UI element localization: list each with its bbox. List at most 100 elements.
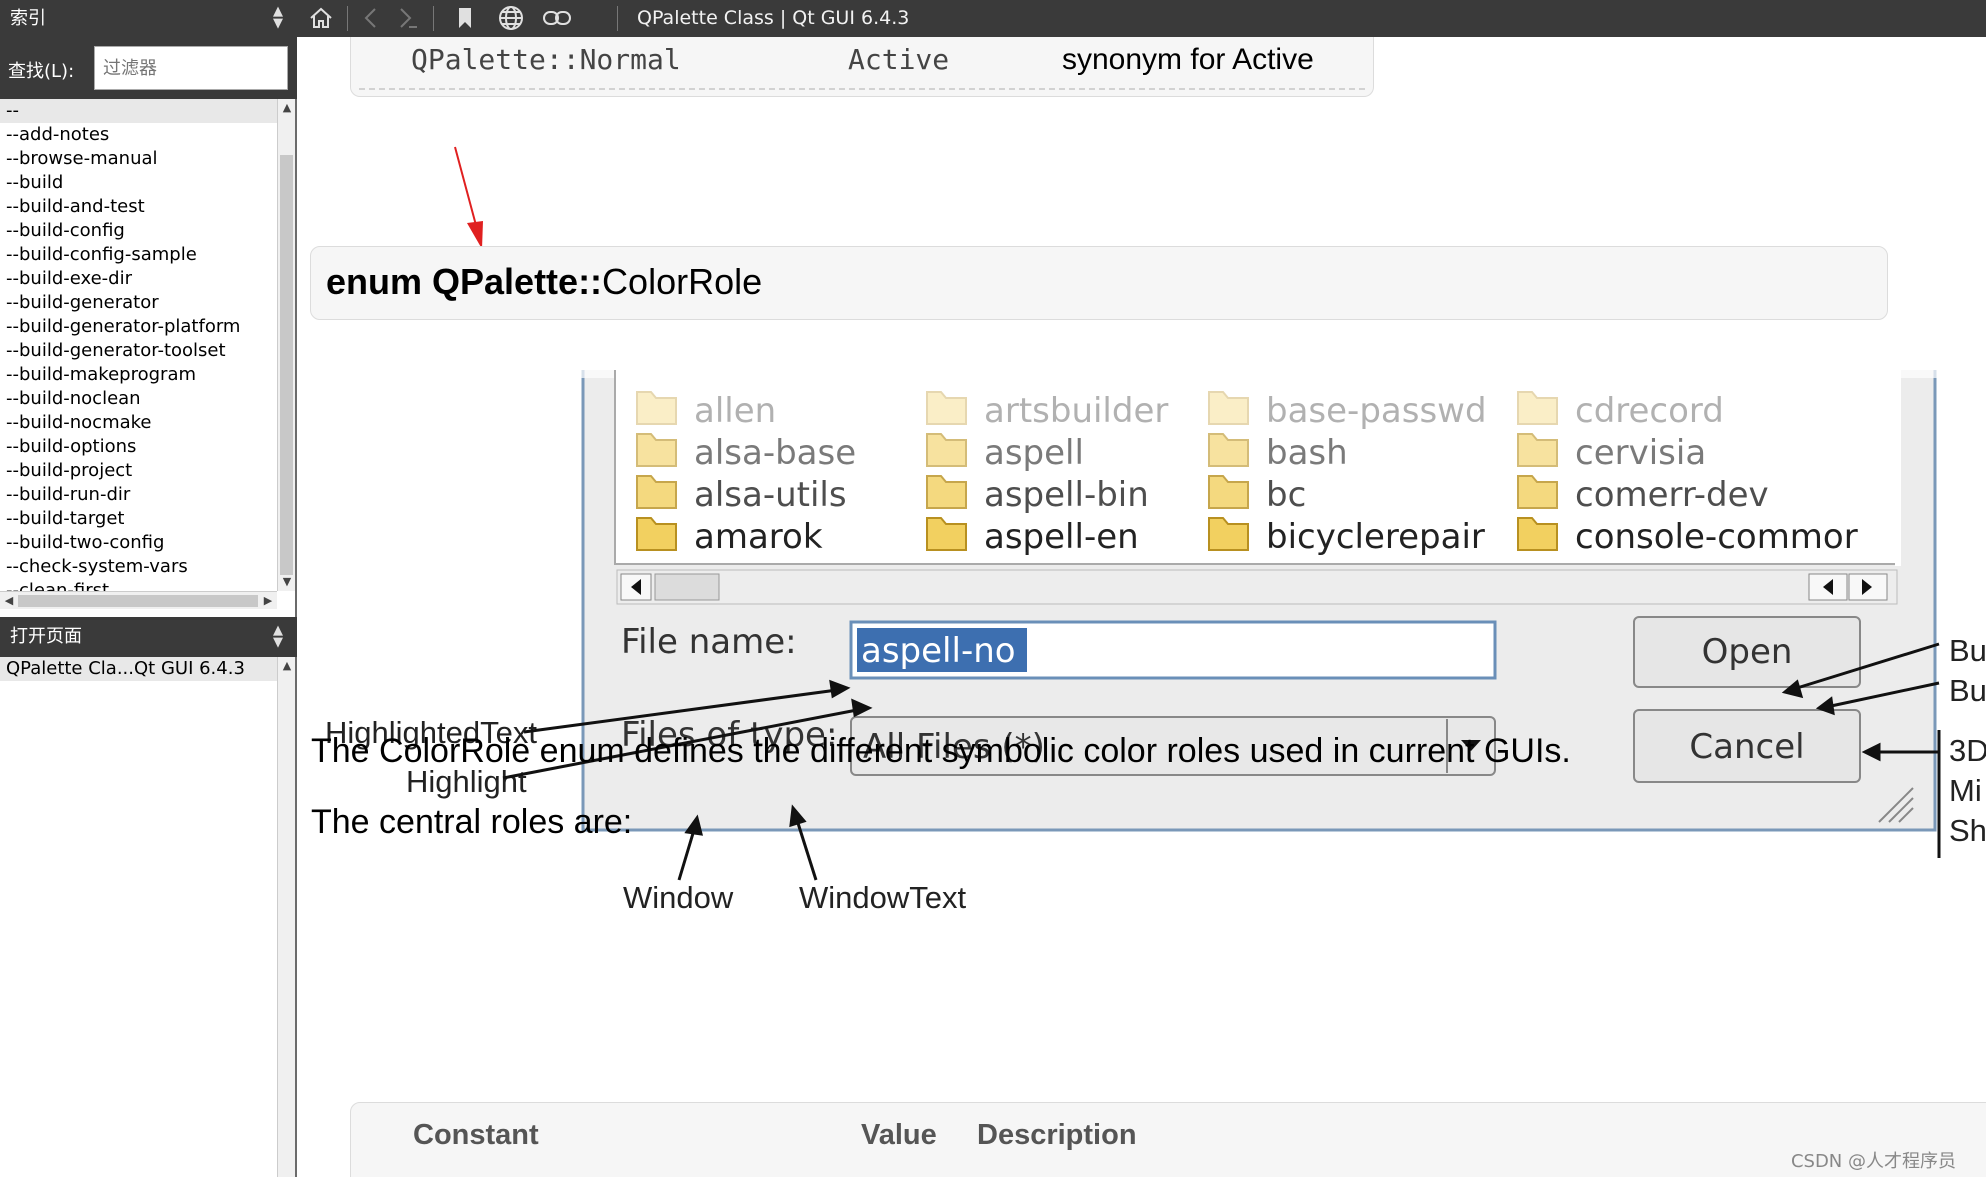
open-pages-label: 打开页面 bbox=[10, 626, 82, 647]
callout-right-4: Mi bbox=[1949, 773, 1982, 808]
scroll-up-icon[interactable]: ▲ bbox=[278, 657, 296, 675]
index-item[interactable]: --build bbox=[0, 171, 277, 195]
documentation-content: QPalette::Normal Active synonym for Acti… bbox=[299, 37, 1986, 1177]
description-paragraph: The ColorRole enum defines the different… bbox=[311, 732, 1571, 770]
description-cell: synonym for Active bbox=[1062, 43, 1314, 76]
central-roles-heading: The central roles are: bbox=[311, 803, 633, 841]
back-icon[interactable] bbox=[353, 0, 389, 37]
red-arrow-annotation bbox=[454, 146, 483, 249]
link-icon[interactable] bbox=[539, 0, 575, 37]
index-item[interactable]: --build-generator-toolset bbox=[0, 339, 277, 363]
folder-name: console-commor bbox=[1575, 517, 1858, 557]
enum-heading-box: enum QPalette::ColorRole bbox=[310, 246, 1888, 320]
enum-title: enum QPalette::ColorRole bbox=[326, 261, 762, 303]
enum-title-bold: enum QPalette:: bbox=[326, 261, 603, 302]
row-divider bbox=[359, 88, 1365, 90]
open-page-item[interactable]: QPalette Cla...Qt GUI 6.4.3 bbox=[0, 657, 277, 681]
folder-name: comerr-dev bbox=[1575, 475, 1769, 515]
folder-name: base-passwd bbox=[1266, 391, 1487, 431]
index-item[interactable]: --add-notes bbox=[0, 123, 277, 147]
index-item[interactable]: --build-generator-platform bbox=[0, 315, 277, 339]
folder-name: aspell-en bbox=[984, 517, 1139, 557]
open-pages-list: QPalette Cla...Qt GUI 6.4.3 bbox=[0, 657, 277, 1177]
index-item[interactable]: --build-config-sample bbox=[0, 243, 277, 267]
index-item[interactable]: --build-target bbox=[0, 507, 277, 531]
toolbar-separator bbox=[617, 6, 618, 31]
watermark: CSDN @人才程序员 bbox=[1790, 1151, 1956, 1172]
toolbar: QPalette Class | Qt GUI 6.4.3 bbox=[297, 0, 1986, 37]
constant-cell: QPalette::Normal bbox=[411, 43, 681, 76]
folder-name: artsbuilder bbox=[984, 391, 1168, 431]
open-button-label: Open bbox=[1702, 632, 1793, 672]
folder-name: cervisia bbox=[1575, 433, 1706, 473]
file-name-value: aspell-no bbox=[861, 631, 1016, 671]
scroll-down-icon[interactable]: ▼ bbox=[278, 573, 296, 591]
left-panel: 索引 ▲▼ 查找(L): -- --add-notes --browse-man… bbox=[0, 0, 297, 1177]
callout-right-5: Sh bbox=[1949, 813, 1986, 848]
bookmark-icon[interactable] bbox=[447, 0, 483, 37]
index-item[interactable]: --build-two-config bbox=[0, 531, 277, 555]
index-item[interactable]: -- bbox=[0, 99, 277, 123]
column-header-description: Description bbox=[977, 1119, 1137, 1151]
index-item[interactable]: --build-run-dir bbox=[0, 483, 277, 507]
folder-name: aspell bbox=[984, 433, 1084, 473]
index-horizontal-scrollbar[interactable]: ◀ ▶ bbox=[0, 591, 277, 609]
dialog-horizontal-scrollbar[interactable] bbox=[616, 569, 1898, 605]
value-cell: Active bbox=[848, 43, 950, 76]
column-header-constant: Constant bbox=[413, 1119, 539, 1151]
callout-right-3: 3D bbox=[1949, 733, 1986, 768]
panel-switch-icon[interactable]: ▲ ▼ bbox=[273, 0, 283, 30]
home-icon[interactable] bbox=[303, 0, 339, 37]
scrollbar-thumb[interactable] bbox=[18, 595, 258, 607]
index-item[interactable]: --build-makeprogram bbox=[0, 363, 277, 387]
color-roles-table: Constant Value Description bbox=[350, 1102, 1986, 1177]
scrollbar-thumb bbox=[654, 573, 720, 601]
index-list: -- --add-notes --browse-manual --build -… bbox=[0, 99, 277, 591]
scrollbar-thumb[interactable] bbox=[280, 155, 293, 575]
index-item[interactable]: --browse-manual bbox=[0, 147, 277, 171]
panel-switch-icon[interactable]: ▲ ▼ bbox=[273, 617, 283, 649]
index-item[interactable]: --build-project bbox=[0, 459, 277, 483]
index-panel-header[interactable]: 索引 ▲ ▼ bbox=[0, 0, 297, 37]
index-vertical-scrollbar[interactable]: ▲ ▼ bbox=[277, 99, 295, 591]
index-item[interactable]: --build-options bbox=[0, 435, 277, 459]
column-header-value: Value bbox=[861, 1119, 937, 1151]
callout-window: Window bbox=[623, 880, 734, 915]
callout-window-text: WindowText bbox=[799, 880, 966, 915]
index-item[interactable]: --build-generator bbox=[0, 291, 277, 315]
index-item[interactable]: --build-exe-dir bbox=[0, 267, 277, 291]
forward-icon[interactable] bbox=[389, 0, 425, 37]
index-item[interactable]: --check-system-vars bbox=[0, 555, 277, 579]
folder-name: bc bbox=[1266, 475, 1306, 515]
folder-name: bicyclerepair bbox=[1266, 517, 1485, 557]
open-pages-scrollbar[interactable]: ▲ bbox=[277, 657, 295, 1177]
index-item[interactable]: --build-nocmake bbox=[0, 411, 277, 435]
colorrole-figure: allen artsbuilder base-passwd cdrecord a… bbox=[309, 358, 1986, 934]
page-title: QPalette Class | Qt GUI 6.4.3 bbox=[637, 7, 910, 29]
index-item[interactable]: --build-config bbox=[0, 219, 277, 243]
globe-icon[interactable] bbox=[493, 0, 529, 37]
index-item[interactable]: --build-noclean bbox=[0, 387, 277, 411]
callout-right-1: Bu bbox=[1949, 633, 1986, 668]
previous-enum-row: QPalette::Normal Active synonym for Acti… bbox=[350, 37, 1374, 97]
folder-name: aspell-bin bbox=[984, 475, 1149, 515]
folder-name: alsa-base bbox=[694, 433, 856, 473]
find-row: 查找(L): bbox=[0, 37, 297, 99]
toolbar-separator bbox=[433, 6, 434, 31]
index-header-label: 索引 bbox=[10, 8, 46, 29]
folder-name: alsa-utils bbox=[694, 475, 847, 515]
find-label: 查找(L): bbox=[8, 61, 75, 82]
index-item[interactable]: --clean-first bbox=[0, 579, 277, 591]
open-pages-header[interactable]: 打开页面 ▲ ▼ bbox=[0, 617, 297, 657]
filter-input[interactable] bbox=[94, 46, 288, 90]
folder-name: allen bbox=[694, 391, 776, 431]
scroll-right-icon[interactable]: ▶ bbox=[259, 592, 277, 610]
colorrole-diagram: allen artsbuilder base-passwd cdrecord a… bbox=[309, 358, 1986, 915]
scroll-up-icon[interactable]: ▲ bbox=[278, 99, 296, 117]
scroll-left-icon[interactable]: ◀ bbox=[0, 592, 18, 610]
folder-name: bash bbox=[1266, 433, 1348, 473]
enum-title-name: ColorRole bbox=[602, 261, 763, 302]
index-item[interactable]: --build-and-test bbox=[0, 195, 277, 219]
folder-name: amarok bbox=[694, 517, 823, 557]
folder-name: cdrecord bbox=[1575, 391, 1724, 431]
